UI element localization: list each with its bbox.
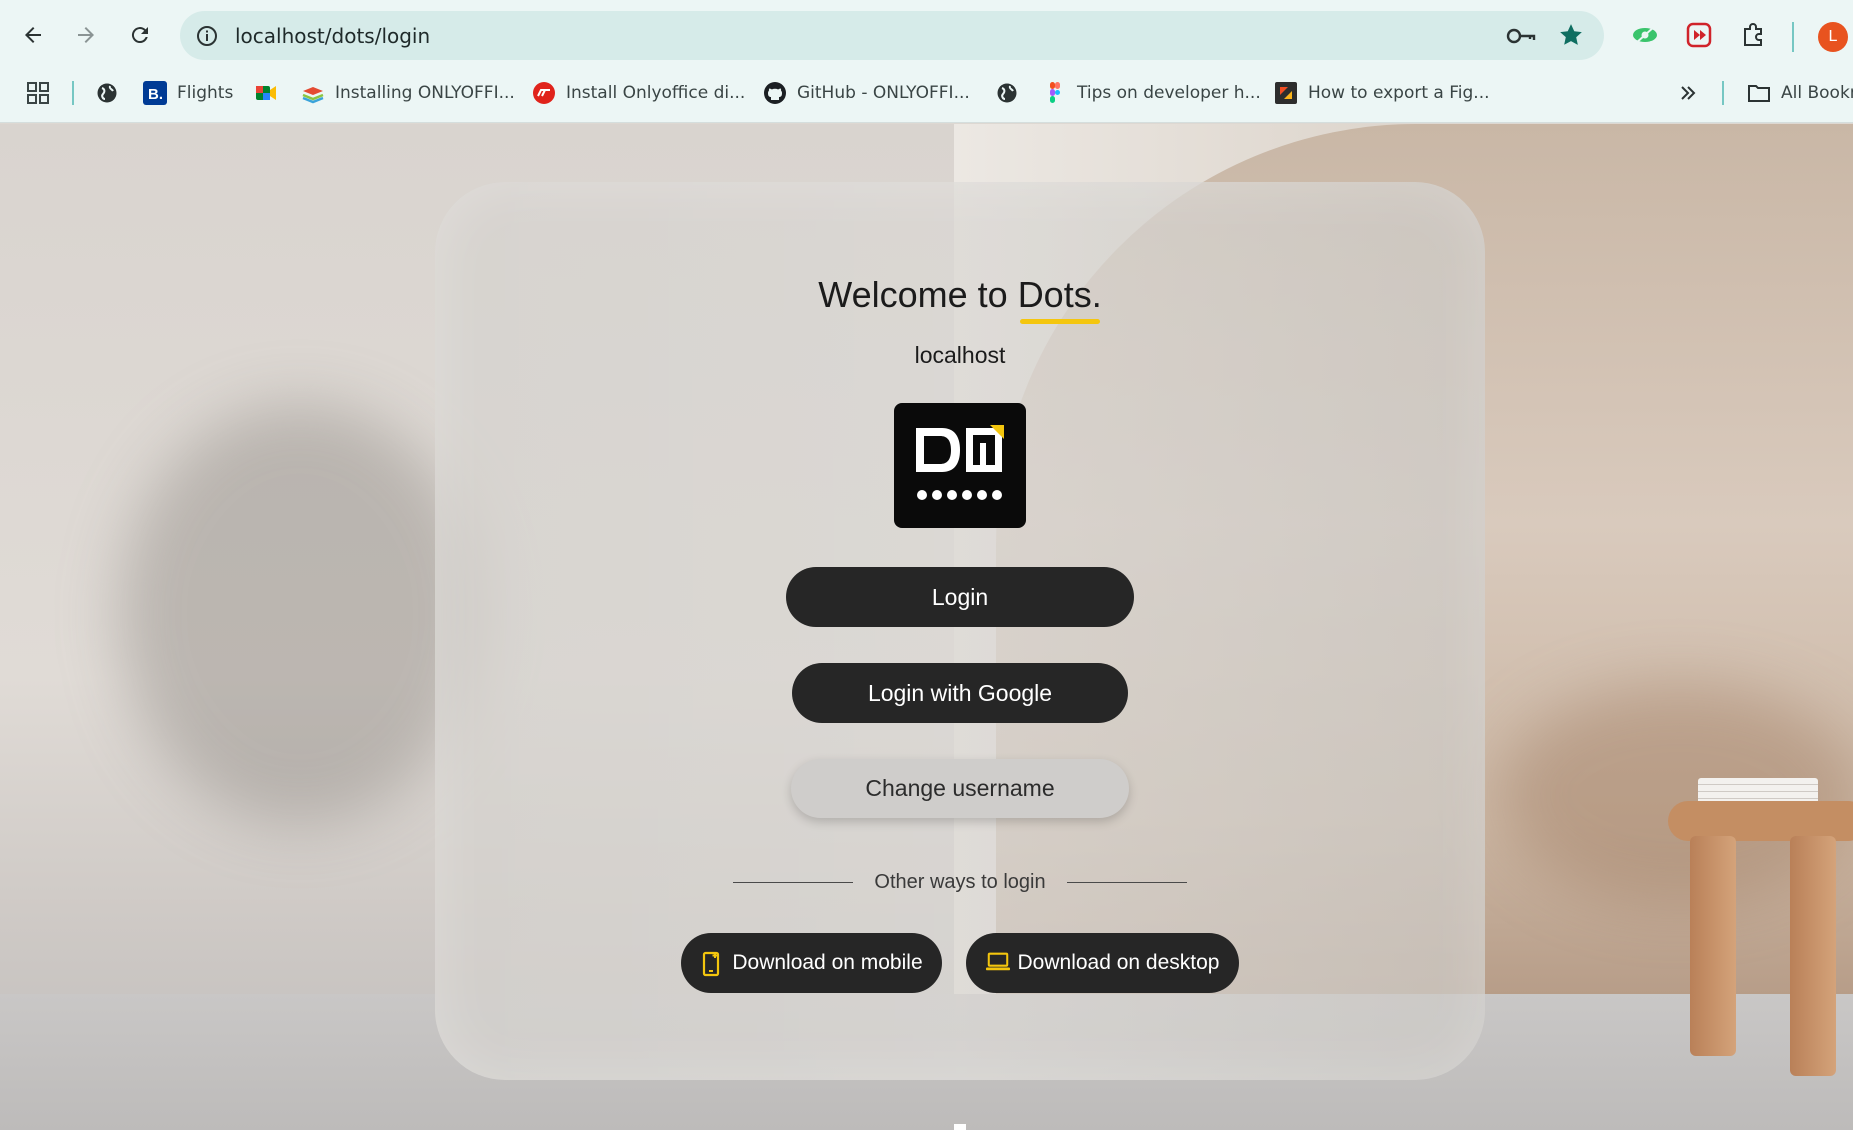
bookmark-label: GitHub - ONLYOFFI... [797, 83, 970, 103]
download-mobile-button[interactable]: Download on mobile [681, 933, 942, 993]
forward-button[interactable] [68, 17, 104, 53]
bookmark-label: Tips on developer h... [1077, 83, 1261, 103]
bookmarks-divider [72, 81, 74, 105]
divider-line [1067, 882, 1187, 883]
bookmark-star-icon[interactable] [1558, 22, 1584, 48]
globe-icon [95, 81, 119, 105]
bookmark-install-onlyoffice[interactable]: Install Onlyoffice di... [532, 79, 745, 107]
bookmark-github[interactable]: GitHub - ONLYOFFI... [763, 79, 970, 107]
browser-chrome: localhost/dots/login L B. Flights Instal… [0, 0, 1853, 123]
bookmark-export-figma[interactable]: How to export a Fig... [1274, 79, 1490, 107]
dots-logo [894, 403, 1026, 528]
export-icon [1274, 81, 1298, 105]
onlyoffice-icon [301, 81, 325, 105]
login-button[interactable]: Login [786, 567, 1134, 627]
figma-icon [1043, 81, 1067, 105]
bookmark-installing-onlyoffice[interactable]: Installing ONLYOFFI... [301, 79, 515, 107]
brand-name: Dots. [1017, 274, 1102, 324]
all-bookmarks-button[interactable]: All Bookm [1747, 79, 1853, 107]
bookmark-tips[interactable]: Tips on developer h... [1043, 79, 1261, 107]
chevron-double-right-icon [1681, 86, 1696, 100]
more-bookmarks-button[interactable] [1678, 79, 1698, 107]
download-desktop-label: Download on desktop [1017, 951, 1220, 974]
background-table [1668, 801, 1853, 841]
bookmark-flights[interactable]: B. Flights [143, 79, 233, 107]
arrow-left-icon [25, 27, 41, 43]
change-username-button[interactable]: Change username [791, 759, 1129, 818]
extension-red-icon[interactable] [1684, 20, 1714, 50]
globe-icon [995, 81, 1019, 105]
background-shadow [120, 404, 480, 824]
reload-icon [131, 27, 148, 44]
bookmark-label: Installing ONLYOFFI... [335, 83, 515, 103]
background-table-leg [1690, 836, 1736, 1056]
login-card: Welcome to Dots. localhost Login Login w… [435, 182, 1485, 1080]
toolbar-divider [1792, 22, 1794, 52]
extensions-puzzle-icon[interactable] [1738, 20, 1768, 50]
svg-text:B.: B. [148, 86, 163, 103]
host-label: localhost [914, 342, 1006, 368]
welcome-prefix: Welcome to [818, 274, 1008, 315]
site-info-icon[interactable] [194, 23, 220, 49]
profile-avatar[interactable]: L [1818, 22, 1848, 52]
login-with-google-button[interactable]: Login with Google [792, 663, 1128, 723]
bookmarks-divider-2 [1722, 81, 1724, 105]
red-circle-icon [532, 81, 556, 105]
all-bookmarks-label: All Bookm [1781, 83, 1853, 103]
folder-icon [1747, 81, 1771, 105]
bookmark-label: Install Onlyoffice di... [566, 83, 746, 103]
extension-eye-icon[interactable] [1630, 20, 1660, 50]
github-icon [763, 81, 787, 105]
url-text[interactable]: localhost/dots/login [235, 24, 430, 48]
background-strip [954, 1124, 966, 1130]
booking-icon: B. [143, 81, 167, 105]
google-meet-icon [254, 81, 278, 105]
bookmark-globe-2[interactable] [995, 79, 1029, 107]
reload-button[interactable] [122, 17, 158, 53]
bookmark-globe[interactable] [95, 79, 129, 107]
arrow-right-icon [78, 27, 94, 43]
apps-grid-icon[interactable] [26, 79, 50, 107]
back-button[interactable] [15, 17, 51, 53]
password-key-icon[interactable] [1506, 24, 1536, 48]
background-table-leg [1790, 836, 1836, 1076]
bookmark-label: How to export a Fig... [1308, 83, 1490, 103]
other-ways-divider: Other ways to login [435, 868, 1485, 898]
welcome-heading: Welcome to Dots. [435, 274, 1485, 324]
download-desktop-button[interactable]: Download on desktop [966, 933, 1239, 993]
other-ways-label: Other ways to login [874, 871, 1046, 893]
bookmarks-bar: B. Flights Installing ONLYOFFI... Instal… [0, 71, 1853, 111]
bookmark-label: Flights [177, 83, 234, 103]
bookmark-meet[interactable] [254, 79, 288, 107]
download-mobile-label: Download on mobile [732, 951, 923, 974]
mobile-download-icon [700, 951, 724, 977]
laptop-icon [985, 951, 1010, 975]
dots-logo-icon [916, 425, 1004, 500]
browser-toolbar: localhost/dots/login L [0, 0, 1853, 71]
address-bar[interactable]: localhost/dots/login [180, 11, 1604, 60]
